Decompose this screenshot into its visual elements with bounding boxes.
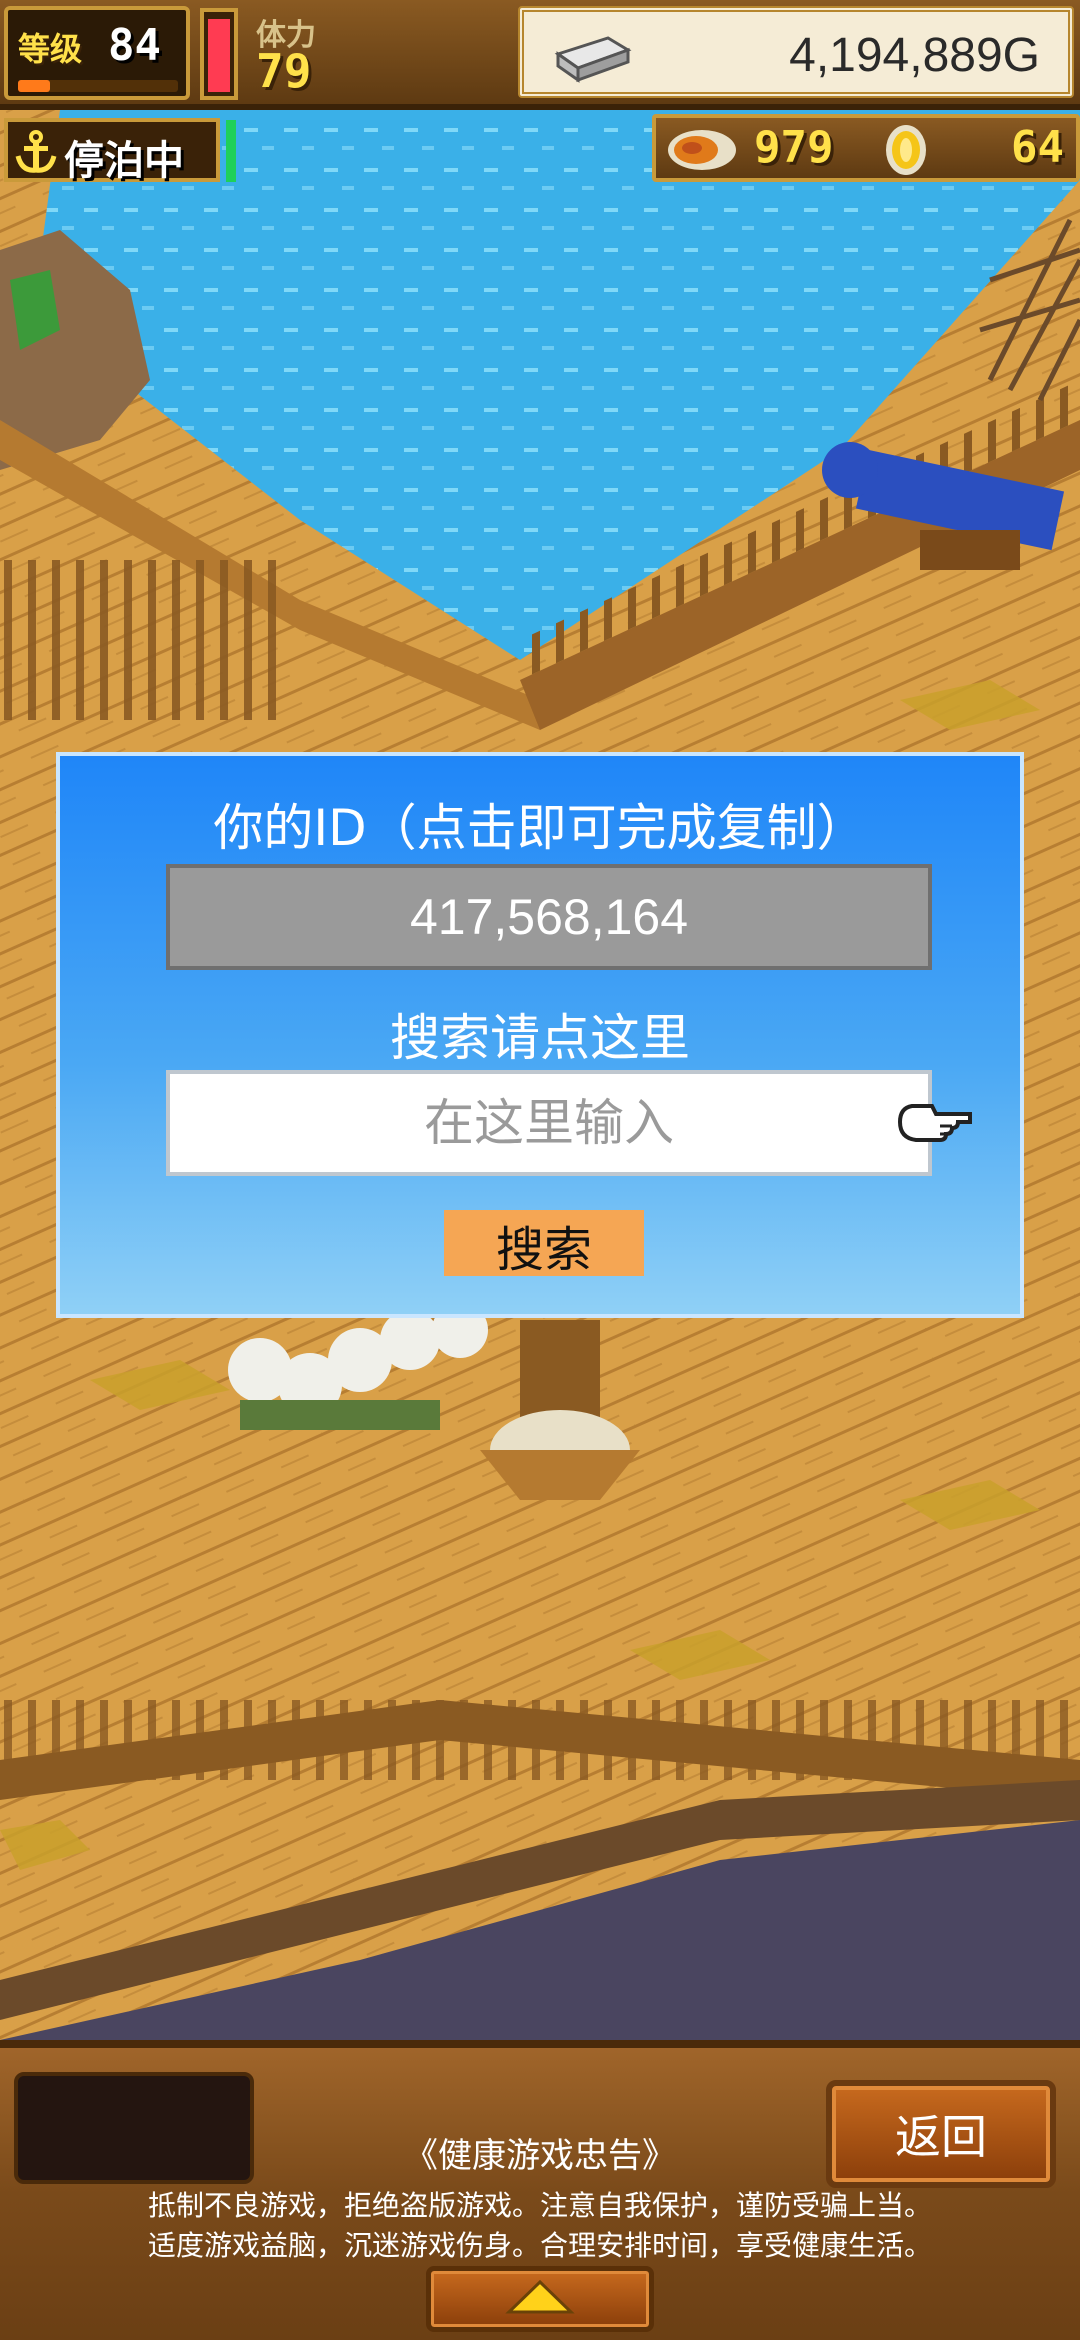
dialog-title: 你的ID（点击即可完成复制） (213, 799, 867, 857)
health-advisory-title: 《健康游戏忠告》 (404, 2136, 676, 2176)
anchor-status[interactable]: 停泊中 (4, 118, 220, 184)
docked-status-label: 停泊中 (64, 138, 184, 184)
stamina-gauge (200, 8, 238, 100)
level-progress-fill (18, 80, 50, 92)
search-input[interactable] (166, 1070, 932, 1176)
id-search-dialog: 你的ID（点击即可完成复制） 417,568,164 搜索请点这里 搜索 (56, 752, 1024, 1318)
stamina-gauge-fill (208, 18, 230, 92)
level-value: 84 (108, 20, 161, 71)
level-panel: 等级 84 (4, 6, 190, 100)
level-label: 等级 (18, 30, 83, 68)
currency-panel: 979 64 (652, 114, 1080, 182)
health-advisory-line-1: 抵制不良游戏，拒绝盗版游戏。注意自我保护，谨防受骗上当。 (147, 2189, 932, 2222)
status-indicator (226, 120, 236, 182)
expand-menu-button[interactable] (426, 2266, 654, 2332)
pointing-hand-icon (896, 1096, 972, 1150)
anchor-icon (14, 130, 58, 178)
search-button[interactable]: 搜索 (444, 1210, 644, 1278)
silver-bar-icon (552, 32, 632, 88)
level-progress-bar (18, 80, 178, 92)
health-advisory-line-2: 适度游戏益脑，沉迷游戏伤身。合理安排时间，享受健康生活。 (147, 2229, 932, 2262)
gold-panel: 4,194,889G (518, 6, 1074, 98)
stamina-value: 79 (256, 44, 312, 98)
gold-coin-icon (880, 122, 932, 182)
bait-icon (662, 124, 742, 180)
bait-count: 979 (754, 122, 834, 173)
coin-count: 64 (1011, 122, 1064, 173)
search-hint: 搜索请点这里 (390, 1009, 690, 1067)
triangle-up-icon (505, 2278, 575, 2320)
gold-value: 4,194,889G (789, 29, 1040, 82)
player-id-copy-field[interactable]: 417,568,164 (166, 864, 932, 970)
bottom-panel: 返回 《健康游戏忠告》 抵制不良游戏，拒绝盗版游戏。注意自我保护，谨防受骗上当。… (0, 2040, 1080, 2340)
